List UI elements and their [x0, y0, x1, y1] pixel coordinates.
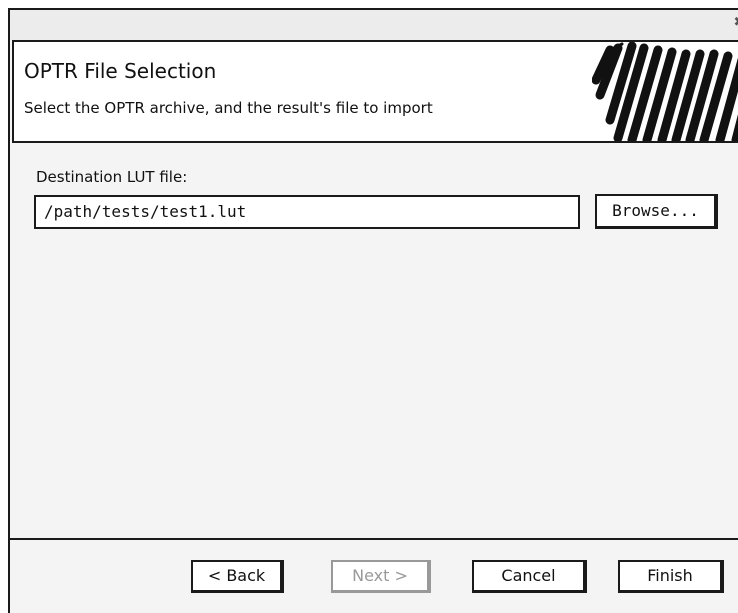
- page-subtitle: Select the OPTR archive, and the result'…: [24, 99, 433, 117]
- browse-button[interactable]: Browse...: [595, 194, 718, 229]
- destination-lut-field[interactable]: /path/tests/test1.lut: [34, 195, 580, 229]
- cancel-button[interactable]: Cancel: [472, 560, 587, 593]
- next-button[interactable]: Next >: [331, 560, 431, 593]
- back-button[interactable]: < Back: [191, 560, 284, 593]
- title-bar: ✖: [10, 10, 738, 40]
- wizard-header: OPTR File Selection Select the OPTR arch…: [12, 40, 738, 143]
- destination-lut-label: Destination LUT file:: [36, 168, 188, 186]
- wizard-window: ✖ OPTR File Selection Select the OPTR ar…: [8, 8, 738, 613]
- wizard-scribble-icon: [592, 42, 738, 141]
- page-title: OPTR File Selection: [24, 59, 217, 83]
- close-icon[interactable]: ✖: [732, 16, 738, 30]
- finish-button[interactable]: Finish: [618, 560, 724, 593]
